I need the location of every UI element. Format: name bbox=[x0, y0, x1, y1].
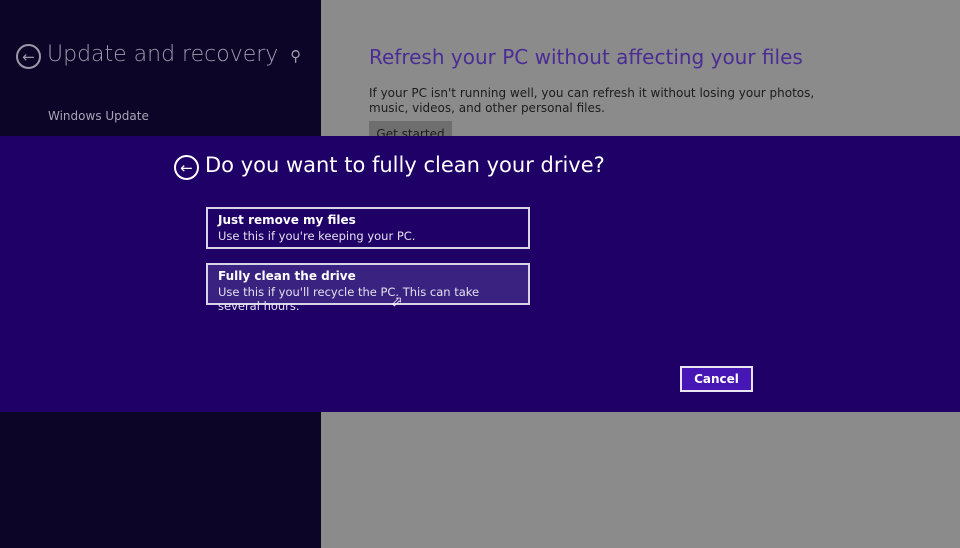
option-title: Fully clean the drive bbox=[218, 269, 356, 283]
sidebar-item-windows-update[interactable]: Windows Update bbox=[48, 109, 149, 123]
get-started-button[interactable]: Get started bbox=[369, 121, 452, 136]
sidebar-title: Update and recovery bbox=[47, 42, 279, 67]
back-arrow-icon[interactable]: ← bbox=[174, 155, 199, 180]
back-arrow-icon[interactable]: ← bbox=[16, 44, 41, 69]
dialog-title: Do you want to fully clean your drive? bbox=[205, 153, 605, 177]
option-title: Just remove my files bbox=[218, 213, 356, 227]
mouse-cursor-icon: ⬀ bbox=[391, 294, 403, 310]
option-description: Use this if you'll recycle the PC. This … bbox=[218, 285, 480, 313]
clean-drive-dialog: ← Do you want to fully clean your drive?… bbox=[0, 136, 960, 412]
option-description: Use this if you're keeping your PC. bbox=[218, 229, 416, 243]
cancel-button[interactable]: Cancel bbox=[680, 366, 753, 392]
search-icon[interactable]: ⚲ bbox=[290, 47, 301, 65]
section-description: If your PC isn't running well, you can r… bbox=[369, 86, 815, 115]
section-title: Refresh your PC without affecting your f… bbox=[369, 45, 803, 69]
option-fully-clean-drive[interactable]: Fully clean the drive Use this if you'll… bbox=[206, 263, 530, 313]
option-just-remove-files[interactable]: Just remove my files Use this if you're … bbox=[206, 207, 530, 249]
